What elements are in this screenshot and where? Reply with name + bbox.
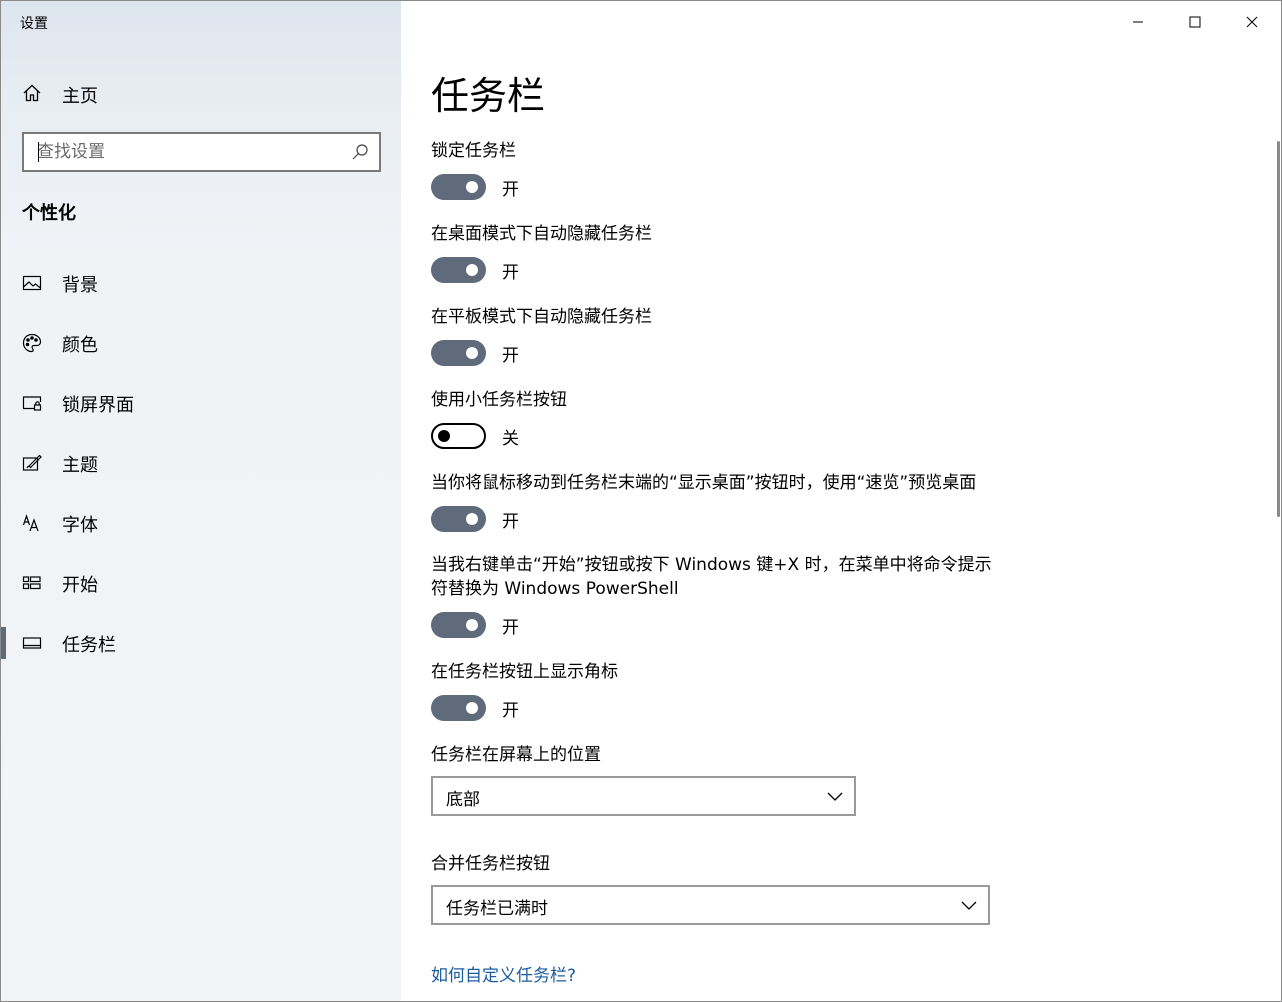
setting-autohide-desktop: 在桌面模式下自动隐藏任务栏 开	[431, 222, 1001, 285]
search-input[interactable]	[37, 134, 337, 170]
minimize-button[interactable]	[1115, 7, 1161, 37]
sidebar-item-label: 颜色	[62, 335, 98, 356]
setting-label: 在平板模式下自动隐藏任务栏	[431, 307, 652, 327]
sidebar-item-fonts[interactable]: 字体	[1, 501, 401, 545]
minimize-icon	[1133, 21, 1143, 23]
setting-label: 合并任务栏按钮	[431, 854, 550, 874]
sidebar-item-themes[interactable]: 主题	[1, 441, 401, 485]
dropdown-value: 底部	[446, 790, 480, 810]
badges-toggle[interactable]	[431, 695, 486, 721]
settings-window: 设置 主页 个性化 背景	[0, 0, 1282, 1002]
setting-label: 当我右键单击“开始”按钮或按下 Windows 键+X 时，在菜单中将命令提示符…	[431, 555, 992, 599]
section-title-personalization: 个性化	[22, 203, 76, 224]
font-icon	[21, 512, 43, 534]
autohide-desktop-toggle[interactable]	[431, 257, 486, 283]
toggle-knob	[466, 702, 478, 714]
home-icon	[21, 82, 43, 104]
setting-powershell: 当我右键单击“开始”按钮或按下 Windows 键+X 时，在菜单中将命令提示符…	[431, 553, 1001, 640]
maximize-button[interactable]	[1172, 7, 1218, 37]
toggle-row: 开	[431, 695, 1001, 723]
palette-icon	[21, 332, 43, 354]
scrollbar-thumb[interactable]	[1277, 141, 1280, 517]
toggle-state-text: 开	[502, 346, 519, 366]
powershell-toggle[interactable]	[431, 612, 486, 638]
toggle-state-text: 开	[502, 263, 519, 283]
lock-taskbar-toggle[interactable]	[431, 174, 486, 200]
sidebar-item-label: 背景	[62, 275, 98, 296]
sidebar-item-label: 字体	[62, 515, 98, 536]
window-title: 设置	[20, 16, 48, 32]
toggle-row: 开	[431, 612, 1001, 640]
toggle-state-text: 开	[502, 180, 519, 200]
close-icon	[1246, 16, 1258, 28]
setting-peek-desktop: 当你将鼠标移动到任务栏末端的“显示桌面”按钮时，使用“速览”预览桌面 开	[431, 471, 1001, 534]
setting-combine-buttons: 合并任务栏按钮 任务栏已满时	[431, 852, 1001, 932]
toggle-state-text: 关	[502, 429, 519, 449]
picture-icon	[21, 272, 43, 294]
toggle-knob	[438, 430, 450, 442]
setting-label: 任务栏在屏幕上的位置	[431, 745, 601, 765]
setting-label: 当你将鼠标移动到任务栏末端的“显示桌面”按钮时，使用“速览”预览桌面	[431, 473, 977, 493]
sidebar-item-home[interactable]: 主页	[1, 73, 401, 113]
start-tiles-icon	[21, 572, 43, 594]
setting-badges: 在任务栏按钮上显示角标 开	[431, 660, 1001, 723]
small-buttons-toggle[interactable]	[431, 423, 486, 449]
toggle-state-text: 开	[502, 618, 519, 638]
setting-taskbar-position: 任务栏在屏幕上的位置 底部	[431, 743, 1001, 823]
setting-label: 锁定任务栏	[431, 141, 516, 161]
sidebar-item-start[interactable]: 开始	[1, 561, 401, 605]
taskbar-position-dropdown[interactable]: 底部	[431, 776, 856, 816]
toggle-knob	[466, 513, 478, 525]
toggle-row: 开	[431, 506, 1001, 534]
search-icon[interactable]	[351, 143, 369, 161]
toggle-state-text: 开	[502, 512, 519, 532]
sidebar: 设置 主页 个性化 背景	[1, 1, 401, 1001]
sidebar-item-background[interactable]: 背景	[1, 261, 401, 305]
setting-small-buttons: 使用小任务栏按钮 关	[431, 388, 1001, 451]
setting-autohide-tablet: 在平板模式下自动隐藏任务栏 开	[431, 305, 1001, 368]
setting-label: 在桌面模式下自动隐藏任务栏	[431, 224, 652, 244]
peek-desktop-toggle[interactable]	[431, 506, 486, 532]
sidebar-item-colors[interactable]: 颜色	[1, 321, 401, 365]
main-content: 任务栏 锁定任务栏 开 在桌面模式下自动隐藏任务栏 开 在平板模式下自动隐藏任务…	[401, 1, 1281, 1001]
toggle-row: 开	[431, 340, 1001, 368]
dropdown-value: 任务栏已满时	[446, 899, 548, 919]
sidebar-item-home-label: 主页	[62, 86, 98, 107]
close-button[interactable]	[1229, 7, 1275, 37]
toggle-row: 开	[431, 174, 1001, 202]
setting-label: 在任务栏按钮上显示角标	[431, 662, 618, 682]
toggle-knob	[466, 347, 478, 359]
sidebar-item-label: 主题	[62, 455, 98, 476]
active-indicator	[1, 627, 6, 659]
chevron-down-icon	[827, 792, 843, 801]
theme-brush-icon	[21, 452, 43, 474]
setting-lock-taskbar: 锁定任务栏 开	[431, 139, 1001, 202]
lock-screen-icon	[21, 392, 43, 414]
help-link-customize-taskbar[interactable]: 如何自定义任务栏?	[431, 961, 576, 986]
combine-buttons-dropdown[interactable]: 任务栏已满时	[431, 885, 990, 925]
toggle-knob	[466, 264, 478, 276]
sidebar-item-label: 锁屏界面	[62, 395, 134, 416]
sidebar-item-taskbar[interactable]: 任务栏	[1, 621, 401, 665]
text-caret	[38, 142, 39, 162]
setting-label: 使用小任务栏按钮	[431, 390, 567, 410]
sidebar-item-lock-screen[interactable]: 锁屏界面	[1, 381, 401, 425]
toggle-state-text: 开	[502, 701, 519, 721]
sidebar-item-label: 开始	[62, 575, 98, 596]
maximize-icon	[1189, 16, 1201, 28]
toggle-row: 关	[431, 423, 1001, 451]
toggle-knob	[466, 181, 478, 193]
search-box[interactable]	[22, 132, 381, 172]
autohide-tablet-toggle[interactable]	[431, 340, 486, 366]
sidebar-item-label: 任务栏	[62, 635, 116, 656]
page-title: 任务栏	[431, 74, 546, 118]
chevron-down-icon	[961, 901, 977, 910]
taskbar-icon	[21, 632, 43, 654]
toggle-knob	[466, 619, 478, 631]
toggle-row: 开	[431, 257, 1001, 285]
